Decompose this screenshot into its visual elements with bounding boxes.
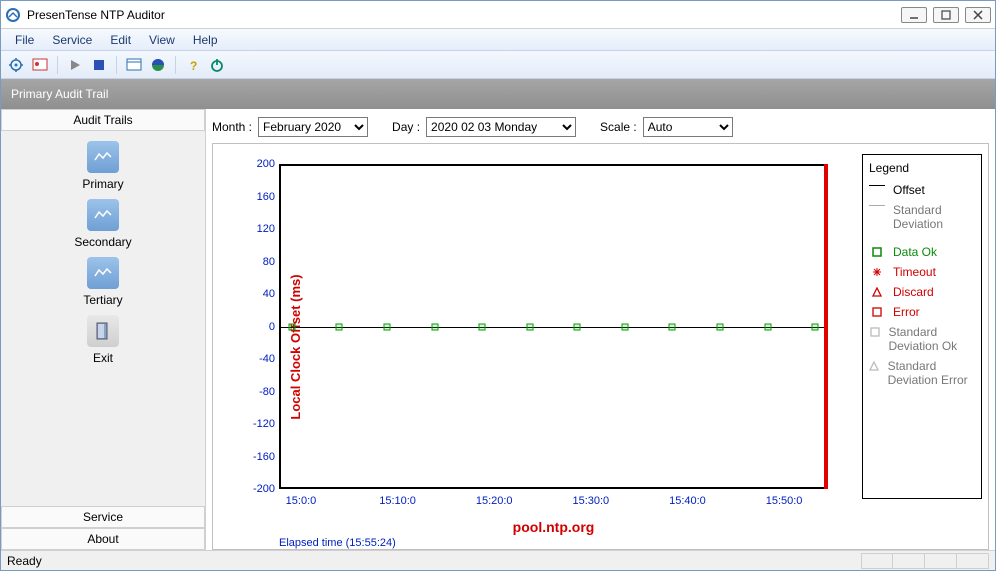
legend-stddev: Standard Deviation	[893, 203, 975, 231]
data-point	[812, 323, 819, 330]
chart-icon	[87, 257, 119, 289]
window-controls	[901, 7, 991, 23]
legend-dataok: Data Ok	[893, 245, 937, 259]
sidebar-item-label: Exit	[93, 351, 113, 365]
data-point	[716, 323, 723, 330]
day-label: Day :	[392, 120, 420, 134]
legend-error: Error	[893, 305, 920, 319]
data-point	[384, 323, 391, 330]
sidebar-service-button[interactable]: Service	[1, 506, 205, 528]
window-icon[interactable]	[125, 56, 143, 74]
sidebar-item-secondary[interactable]: Secondary	[74, 199, 131, 249]
legend-timeout: Timeout	[893, 265, 936, 279]
chart-now-line	[824, 164, 828, 489]
menu-help[interactable]: Help	[185, 31, 226, 49]
minimize-button[interactable]	[901, 7, 927, 23]
menu-edit[interactable]: Edit	[102, 31, 139, 49]
data-point	[669, 323, 676, 330]
toolbar: ?	[1, 51, 995, 79]
scale-select[interactable]: Auto	[643, 117, 733, 137]
data-point	[336, 323, 343, 330]
chart-plot-area	[279, 164, 828, 489]
data-point	[288, 323, 295, 330]
sidebar-item-primary[interactable]: Primary	[82, 141, 123, 191]
legend-offset: Offset	[893, 183, 925, 197]
data-point	[621, 323, 628, 330]
maximize-button[interactable]	[933, 7, 959, 23]
report-icon[interactable]	[31, 56, 49, 74]
y-tick: -40	[259, 353, 275, 365]
data-point	[479, 323, 486, 330]
stop-icon[interactable]	[90, 56, 108, 74]
y-tick: -160	[253, 451, 275, 463]
statusbar: Ready	[1, 550, 995, 570]
legend-stddeverr: Standard Deviation Error	[888, 359, 975, 387]
sidebar-header[interactable]: Audit Trails	[1, 109, 205, 131]
page-title: Primary Audit Trail	[11, 87, 108, 101]
x-tick: 15:0:0	[286, 495, 317, 507]
legend-discard: Discard	[893, 285, 934, 299]
y-tick: 40	[263, 288, 275, 300]
chart-legend: Legend Offset Standard Deviation Data Ok…	[862, 154, 982, 499]
menu-service[interactable]: Service	[44, 31, 100, 49]
sidebar-item-tertiary[interactable]: Tertiary	[83, 257, 122, 307]
legend-stddevok: Standard Deviation Ok	[888, 325, 975, 353]
chart-icon	[87, 141, 119, 173]
sidebar-about-button[interactable]: About	[1, 528, 205, 550]
sidebar-item-exit[interactable]: Exit	[87, 315, 119, 365]
legend-title: Legend	[869, 161, 975, 175]
play-icon[interactable]	[66, 56, 84, 74]
chart-y-ticks: 20016012080400-40-80-120-160-200	[249, 164, 277, 489]
chart-icon	[87, 199, 119, 231]
menubar: File Service Edit View Help	[1, 29, 995, 51]
help-icon[interactable]: ?	[184, 56, 202, 74]
y-tick: -200	[253, 483, 275, 495]
menu-file[interactable]: File	[7, 31, 42, 49]
main-panel: Month : February 2020 Day : 2020 02 03 M…	[206, 109, 995, 550]
sidebar: Audit Trails Primary Secondary Tertiary …	[1, 109, 206, 550]
x-tick: 15:40:0	[669, 495, 706, 507]
chart-zero-line	[281, 327, 826, 328]
y-tick: 120	[257, 223, 275, 235]
sidebar-item-label: Secondary	[74, 235, 131, 249]
chart-frame: Local Clock Offset (ms) 20016012080400-4…	[212, 143, 989, 550]
data-point	[764, 323, 771, 330]
y-tick: 200	[257, 158, 275, 170]
x-tick: 15:30:0	[572, 495, 609, 507]
chart-x-ticks: 15:0:0 15:10:0 15:20:0 15:30:0 15:40:0 15:50:…	[279, 495, 828, 511]
close-button[interactable]	[965, 7, 991, 23]
globe-icon[interactable]	[149, 56, 167, 74]
data-point	[431, 323, 438, 330]
data-point	[526, 323, 533, 330]
menu-view[interactable]: View	[141, 31, 183, 49]
x-tick: 15:20:0	[476, 495, 513, 507]
y-tick: 0	[269, 321, 275, 333]
x-tick: 15:50:0	[766, 495, 803, 507]
page-header: Primary Audit Trail	[1, 79, 995, 109]
filter-bar: Month : February 2020 Day : 2020 02 03 M…	[212, 115, 989, 139]
door-icon	[87, 315, 119, 347]
y-tick: -80	[259, 386, 275, 398]
y-tick: -120	[253, 418, 275, 430]
y-tick: 160	[257, 191, 275, 203]
settings-icon[interactable]	[7, 56, 25, 74]
window-title: PresenTense NTP Auditor	[27, 8, 901, 22]
y-tick: 80	[263, 256, 275, 268]
titlebar: PresenTense NTP Auditor	[1, 1, 995, 29]
sidebar-item-label: Tertiary	[83, 293, 122, 307]
app-icon	[5, 7, 21, 23]
power-icon[interactable]	[208, 56, 226, 74]
chart-title: pool.ntp.org	[279, 519, 828, 535]
svg-text:?: ?	[190, 59, 197, 72]
day-select[interactable]: 2020 02 03 Monday	[426, 117, 576, 137]
chart-elapsed: Elapsed time (15:55:24)	[279, 537, 396, 549]
data-point	[574, 323, 581, 330]
x-tick: 15:10:0	[379, 495, 416, 507]
month-select[interactable]: February 2020	[258, 117, 368, 137]
month-label: Month :	[212, 120, 252, 134]
sidebar-item-label: Primary	[82, 177, 123, 191]
status-text: Ready	[7, 554, 42, 568]
scale-label: Scale :	[600, 120, 637, 134]
